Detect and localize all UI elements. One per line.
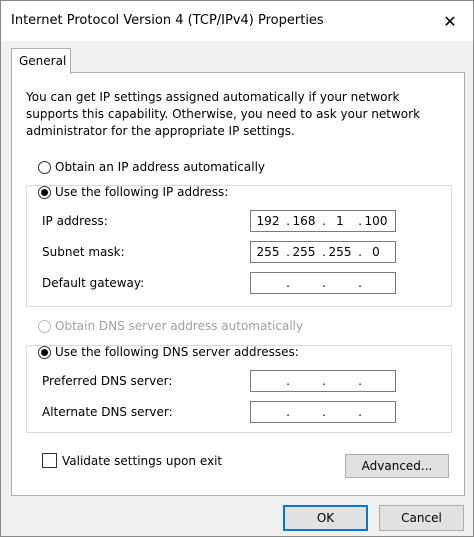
advanced-button-label: Advanced... xyxy=(361,459,433,473)
title-bar: Internet Protocol Version 4 (TCP/IPv4) P… xyxy=(1,1,473,41)
ip-address-input[interactable]: 192 . 168 . 1 . 100 xyxy=(250,210,396,232)
cancel-button[interactable]: Cancel xyxy=(379,505,464,531)
advanced-button[interactable]: Advanced... xyxy=(345,454,449,478)
subnet-mask-input[interactable]: 255 . 255 . 255 . 0 xyxy=(250,241,396,263)
ip-address-label: IP address: xyxy=(42,214,108,228)
default-gateway-label: Default gateway: xyxy=(42,276,145,290)
tab-general-label: General xyxy=(19,54,67,68)
intro-text: You can get IP settings assigned automat… xyxy=(26,90,421,138)
default-gateway-input[interactable]: . . . xyxy=(250,272,396,294)
ok-button-label: OK xyxy=(316,511,335,525)
octet-separator: . xyxy=(358,405,362,419)
validate-settings-label: Validate settings upon exit xyxy=(62,453,223,468)
radio-circle-icon xyxy=(38,160,51,174)
preferred-dns-label: Preferred DNS server: xyxy=(42,374,173,388)
alternate-dns-input[interactable]: . . . xyxy=(250,401,396,423)
subnet-mask-label: Subnet mask: xyxy=(42,245,125,259)
octet-separator: . xyxy=(358,374,362,388)
octet-separator: . xyxy=(358,276,362,290)
octet-separator: . xyxy=(286,374,290,388)
octet: 255 xyxy=(292,245,316,259)
radio-circle-icon xyxy=(38,319,51,333)
tab-general[interactable]: General xyxy=(11,48,71,74)
window-title: Internet Protocol Version 4 (TCP/IPv4) P… xyxy=(11,13,324,28)
octet-separator: . xyxy=(322,374,326,388)
use-following-dns-label: Use the following DNS server addresses: xyxy=(55,345,299,359)
use-following-ip-label: Use the following IP address: xyxy=(55,185,229,199)
obtain-ip-auto-radio[interactable]: Obtain an IP address automatically xyxy=(38,160,265,174)
ipv4-properties-dialog: Internet Protocol Version 4 (TCP/IPv4) P… xyxy=(0,0,474,537)
close-icon: ✕ xyxy=(443,11,457,31)
validate-settings-checkbox[interactable]: Validate settings upon exit xyxy=(42,453,222,468)
close-button[interactable]: ✕ xyxy=(427,1,473,41)
octet-separator: . xyxy=(322,405,326,419)
octet: 0 xyxy=(372,245,380,259)
radio-checked-icon xyxy=(38,345,51,359)
ok-button[interactable]: OK xyxy=(283,505,368,531)
checkbox-icon xyxy=(42,453,57,468)
octet: 1 xyxy=(336,214,344,228)
octet: 255 xyxy=(328,245,352,259)
octet: 168 xyxy=(292,214,316,228)
alternate-dns-label: Alternate DNS server: xyxy=(42,405,173,419)
octet: 100 xyxy=(364,214,388,228)
use-following-ip-radio[interactable]: Use the following IP address: xyxy=(38,185,228,199)
obtain-dns-auto-radio[interactable]: Obtain DNS server address automatically xyxy=(38,319,303,333)
general-tab-panel: You can get IP settings assigned automat… xyxy=(11,72,465,496)
octet-separator: . xyxy=(286,276,290,290)
octet-separator: . xyxy=(286,405,290,419)
octet-separator: . xyxy=(322,276,326,290)
octet: 255 xyxy=(256,245,280,259)
cancel-button-label: Cancel xyxy=(401,511,442,525)
preferred-dns-input[interactable]: . . . xyxy=(250,370,396,392)
obtain-dns-auto-label: Obtain DNS server address automatically xyxy=(55,319,304,333)
octet: 192 xyxy=(256,214,280,228)
radio-checked-icon xyxy=(38,185,51,199)
obtain-ip-auto-label: Obtain an IP address automatically xyxy=(55,160,266,174)
use-following-dns-radio[interactable]: Use the following DNS server addresses: xyxy=(38,345,299,359)
